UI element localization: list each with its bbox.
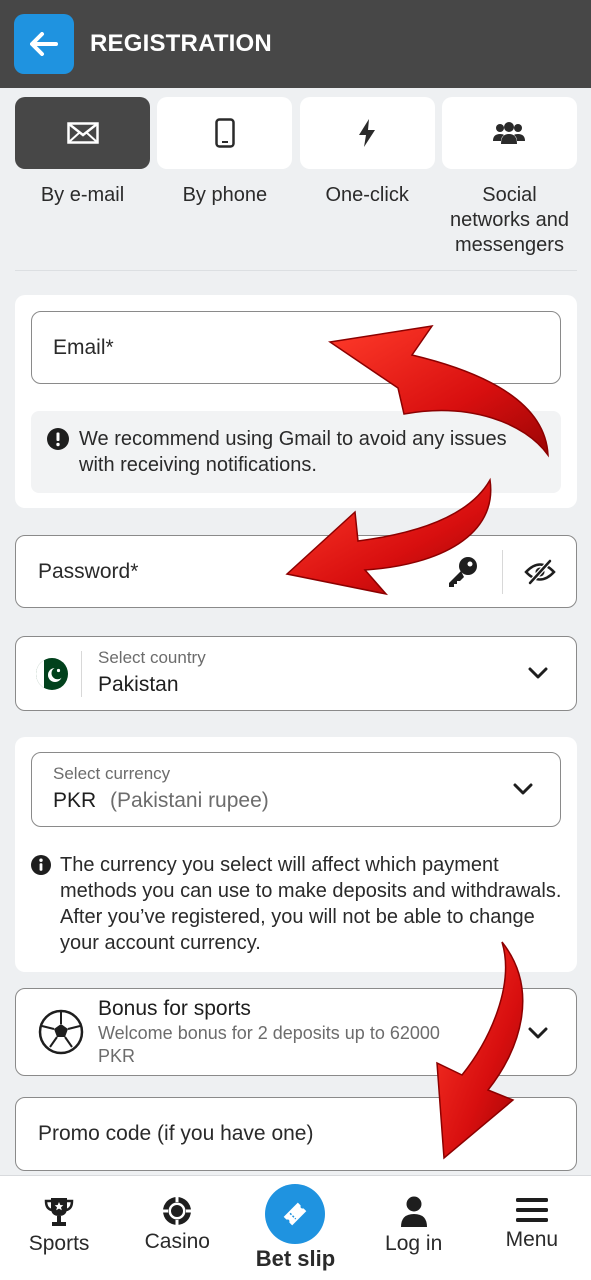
tab-by-email-box[interactable]: [15, 97, 150, 169]
currency-label: Select currency: [53, 764, 171, 783]
registration-method-tabs: By e-mail By phone One-click Social netw…: [15, 97, 577, 258]
soccer-ball-icon: [38, 1009, 84, 1055]
tab-one-click-label: One-click: [325, 184, 409, 206]
eye-slash-icon[interactable]: [524, 559, 556, 585]
country-select[interactable]: Select country Pakistan: [15, 636, 577, 711]
tab-one-click[interactable]: One-click: [299, 97, 435, 258]
password-field[interactable]: Password*: [15, 535, 577, 608]
password-divider: [502, 550, 503, 594]
pakistan-flag-icon: [36, 658, 68, 690]
email-placeholder: Email*: [53, 335, 114, 359]
bet-slip-button[interactable]: [265, 1184, 326, 1244]
lightning-icon: [359, 119, 376, 147]
country-label: Select country: [98, 648, 206, 667]
bonus-description-line2: PKR: [98, 1046, 136, 1066]
bonus-title: Bonus for sports: [98, 997, 251, 1020]
nav-sports-label: Sports: [28, 1232, 90, 1255]
bonus-description: Welcome bonus for 2 deposits up to 62000…: [98, 1022, 498, 1068]
key-icon[interactable]: [446, 555, 480, 589]
bonus-description-line1: Welcome bonus for 2 deposits up to 62000: [98, 1023, 440, 1043]
chevron-down-icon: [528, 667, 548, 679]
hamburger-icon: [515, 1198, 548, 1222]
gmail-notice-text: We recommend using Gmail to avoid any is…: [79, 428, 507, 476]
envelope-icon: [66, 122, 99, 144]
nav-casino[interactable]: Casino: [122, 1176, 232, 1280]
users-icon: [493, 122, 526, 144]
exclamation-icon: [47, 428, 69, 450]
email-field[interactable]: Email*: [31, 311, 561, 384]
currency-value: PKR (Pakistani rupee): [53, 789, 269, 813]
top-bar: REGISTRATION: [0, 0, 591, 88]
tab-by-phone-box[interactable]: [157, 97, 293, 169]
nav-sports[interactable]: Sports: [4, 1176, 114, 1280]
currency-notice-text: The currency you select will affect whic…: [60, 854, 562, 954]
nav-casino-label: Casino: [144, 1230, 210, 1253]
casino-chip-icon: [163, 1197, 192, 1225]
divider: [15, 270, 577, 271]
gmail-notice: We recommend using Gmail to avoid any is…: [31, 411, 561, 493]
ticket-icon: [284, 1202, 307, 1226]
password-placeholder: Password*: [38, 559, 139, 583]
user-icon: [400, 1196, 427, 1227]
chevron-down-icon: [513, 783, 533, 795]
tab-social-label: Social networks and messengers: [450, 184, 569, 256]
nav-bet-slip[interactable]: Bet slip: [240, 1176, 350, 1280]
promo-code-field[interactable]: Promo code (if you have one): [15, 1097, 577, 1171]
arrow-left-icon: [30, 32, 58, 56]
country-divider: [81, 651, 82, 697]
currency-code: PKR: [53, 789, 97, 812]
trophy-icon: [44, 1198, 74, 1226]
tab-by-email-label: By e-mail: [40, 184, 125, 206]
tab-by-email[interactable]: By e-mail: [15, 97, 150, 258]
bottom-navigation: Sports Casino Bet slip Log in Menu: [0, 1175, 591, 1280]
country-value: Pakistan: [98, 673, 179, 696]
nav-menu-label: Menu: [505, 1228, 559, 1251]
nav-log-in-label: Log in: [385, 1232, 443, 1255]
currency-select[interactable]: Select currency PKR (Pakistani rupee): [31, 752, 561, 827]
promo-code-placeholder: Promo code (if you have one): [38, 1122, 314, 1145]
currency-name: (Pakistani rupee): [110, 789, 269, 812]
tab-by-phone[interactable]: By phone: [157, 97, 293, 258]
bonus-select[interactable]: Bonus for sports Welcome bonus for 2 dep…: [15, 988, 577, 1076]
info-icon: [31, 855, 51, 875]
page-title: REGISTRATION: [90, 30, 272, 57]
chevron-down-icon: [528, 1027, 548, 1039]
tab-social-box[interactable]: [441, 97, 577, 169]
back-button[interactable]: [14, 14, 74, 74]
nav-bet-slip-label: Bet slip: [255, 1246, 336, 1271]
nav-log-in[interactable]: Log in: [359, 1176, 469, 1280]
tab-social[interactable]: Social networks and messengers: [441, 97, 577, 258]
phone-icon: [215, 118, 235, 148]
tab-one-click-box[interactable]: [299, 97, 435, 169]
nav-menu[interactable]: Menu: [477, 1176, 587, 1280]
tab-by-phone-label: By phone: [182, 184, 268, 206]
